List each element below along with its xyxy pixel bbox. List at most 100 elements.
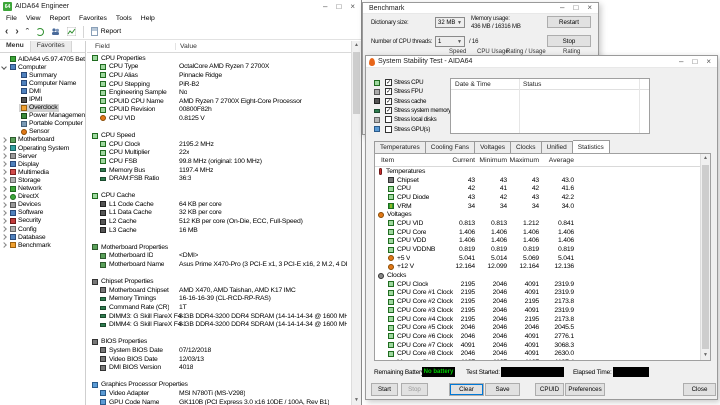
table-row[interactable]: L3 Cache 16 MB bbox=[87, 226, 351, 235]
expander-icon[interactable] bbox=[1, 234, 7, 240]
scroll-thumb[interactable] bbox=[702, 165, 709, 349]
sidebar-item-aida64-v5-97-4705-beta[interactable]: AIDA64 v5.97.4705 Beta bbox=[0, 55, 85, 63]
table-group-row[interactable]: CPU Speed bbox=[87, 131, 351, 140]
table-row[interactable]: CPU Clock 2195.2 MHz bbox=[87, 140, 351, 149]
sidebar-item-database[interactable]: Database bbox=[0, 233, 85, 241]
expander-icon[interactable] bbox=[1, 137, 7, 143]
expander-icon[interactable] bbox=[1, 226, 7, 232]
expander-icon[interactable] bbox=[1, 201, 7, 208]
expander-icon[interactable] bbox=[1, 218, 7, 224]
expander-icon[interactable] bbox=[1, 193, 7, 200]
table-row[interactable]: DMI BIOS Version 4018 bbox=[87, 363, 351, 372]
stats-row-cpu-diode[interactable]: CPU Diode 43 42 43 42.2 bbox=[375, 193, 700, 202]
table-row[interactable]: Video Adapter MSI N780Ti (MS-V298) bbox=[87, 389, 351, 398]
maximize-icon[interactable]: □ bbox=[336, 2, 341, 11]
table-group-row[interactable]: CPU Properties bbox=[87, 54, 351, 63]
sidebar-item-config[interactable]: Config bbox=[0, 225, 85, 233]
sidebar-item-operating-system[interactable]: Operating System bbox=[0, 144, 85, 152]
expander-icon[interactable] bbox=[1, 177, 7, 184]
column-header-field[interactable]: Field bbox=[95, 43, 110, 50]
stress-option-stress-gpu-s[interactable]: Stress GPU(s) bbox=[374, 124, 450, 133]
close-icon[interactable]: × bbox=[587, 4, 592, 12]
minimize-icon[interactable]: – bbox=[560, 4, 564, 12]
sidebar-item-power-management[interactable]: Power Management bbox=[0, 112, 85, 120]
sidebar-item-network[interactable]: Network bbox=[0, 185, 85, 193]
sidebar-item-storage[interactable]: Storage bbox=[0, 176, 85, 184]
sidebar-item-server[interactable]: Server bbox=[0, 152, 85, 160]
stats-col-item[interactable]: Item bbox=[381, 157, 394, 164]
stress-option-stress-cache[interactable]: ✓ Stress cache bbox=[374, 97, 450, 106]
scroll-down-icon[interactable]: ▼ bbox=[701, 351, 710, 360]
expander-icon[interactable] bbox=[1, 209, 7, 216]
stats-group-clocks[interactable]: Clocks bbox=[375, 271, 700, 280]
table-row[interactable]: CPUID Revision 00800F82h bbox=[87, 106, 351, 115]
stats-row-cpu-vid[interactable]: CPU VID 0.813 0.813 1.212 0.841 bbox=[375, 219, 700, 228]
table-row[interactable]: CPU VID 0.8125 V bbox=[87, 114, 351, 123]
stats-col-average[interactable]: Average bbox=[532, 157, 574, 164]
stats-row-cpu-core-1-clock[interactable]: CPU Core #1 Clock 2195 2046 4091 2319.9 bbox=[375, 289, 700, 298]
menu-report[interactable]: Report bbox=[50, 15, 70, 22]
stats-group-temperatures[interactable]: Temperatures bbox=[375, 167, 700, 176]
stress-option-stress-fpu[interactable]: ✓ Stress FPU bbox=[374, 87, 450, 96]
sidebar-item-motherboard[interactable]: Motherboard bbox=[0, 136, 85, 144]
menu-file[interactable]: File bbox=[6, 15, 17, 22]
minimize-icon[interactable]: – bbox=[679, 57, 683, 66]
report-button[interactable]: Report bbox=[90, 27, 121, 36]
stats-row-cpu-core-8-clock[interactable]: CPU Core #8 Clock 2046 2046 4091 2630.0 bbox=[375, 349, 700, 358]
refresh-icon[interactable] bbox=[35, 27, 44, 36]
sidebar-item-devices[interactable]: Devices bbox=[0, 201, 85, 209]
stop-button[interactable]: Stop bbox=[401, 383, 428, 396]
stats-row-5-v[interactable]: +5 V 5.041 5.014 5.069 5.041 bbox=[375, 254, 700, 263]
clear-button[interactable]: Clear bbox=[449, 383, 484, 396]
expander-icon[interactable] bbox=[1, 145, 7, 151]
scroll-down-icon[interactable]: ▼ bbox=[352, 396, 361, 405]
table-group-row[interactable]: BIOS Properties bbox=[87, 338, 351, 347]
start-button[interactable]: Start bbox=[371, 383, 398, 396]
checkbox[interactable]: ✓ bbox=[385, 79, 392, 87]
stats-row-memory-clock[interactable]: Memory Clock1197119711971197.4 bbox=[375, 358, 700, 360]
stats-row-cpu-core-6-clock[interactable]: CPU Core #6 Clock 2046 2046 4091 2776.1 bbox=[375, 332, 700, 341]
stress-option-stress-cpu[interactable]: ✓ Stress CPU bbox=[374, 78, 450, 87]
scroll-up-icon[interactable]: ▲ bbox=[701, 154, 710, 163]
table-row[interactable]: System BIOS Date 07/12/2018 bbox=[87, 346, 351, 355]
stats-row-cpu-core[interactable]: CPU Core 1.406 1.406 1.406 1.406 bbox=[375, 228, 700, 237]
sidebar-item-ipmi[interactable]: IPMI bbox=[0, 95, 85, 103]
table-row[interactable]: L2 Cache 512 KB per core (On-Die, ECC, Fu… bbox=[87, 217, 351, 226]
sidebar-item-dmi[interactable]: DMI bbox=[0, 87, 85, 95]
sidebar-item-overclock[interactable]: Overclock bbox=[0, 103, 85, 112]
close-icon[interactable]: × bbox=[350, 2, 355, 11]
table-row[interactable]: CPU Multiplier 22x bbox=[87, 149, 351, 158]
stats-row-cpu-clock[interactable]: CPU Clock 2195 2046 4091 2319.9 bbox=[375, 280, 700, 289]
table-group-row[interactable]: CPU Cache bbox=[87, 192, 351, 201]
table-row[interactable]: CPU Alias Pinnacle Ridge bbox=[87, 71, 351, 80]
table-row[interactable]: GPU Code Name GK110B (PCI Express 3.0 x16… bbox=[87, 398, 351, 405]
dictionary-size-select[interactable]: 32 MB ▼ bbox=[435, 17, 465, 28]
stop-button[interactable]: Stop bbox=[547, 35, 591, 47]
table-row[interactable]: CPU Type OctalCore AMD Ryzen 7 2700X bbox=[87, 63, 351, 72]
stress-option-stress-system-memory[interactable]: ✓ Stress system memory bbox=[374, 106, 451, 115]
table-row[interactable]: Command Rate (CR) 1T bbox=[87, 303, 351, 312]
expander-icon[interactable] bbox=[1, 242, 7, 249]
table-row[interactable]: Motherboard Chipset AMD X470, AMD Taishan… bbox=[87, 286, 351, 295]
table-row[interactable]: Video BIOS Date 12/03/13 bbox=[87, 355, 351, 364]
stats-group-voltages[interactable]: Voltages bbox=[375, 210, 700, 219]
chart-icon[interactable] bbox=[66, 27, 76, 36]
close-button[interactable]: Close bbox=[683, 383, 716, 396]
sidebar-item-portable-computer[interactable]: Portable Computer bbox=[0, 120, 85, 128]
sidebar-item-summary[interactable]: Summary bbox=[0, 71, 85, 79]
preferences-button[interactable]: Preferences bbox=[565, 383, 605, 396]
tab-statistics[interactable]: Statistics bbox=[572, 140, 610, 154]
sidebar-item-software[interactable]: Software bbox=[0, 209, 85, 217]
table-row[interactable]: Engineering Sample No bbox=[87, 88, 351, 97]
sidebar-item-computer-name[interactable]: Computer Name bbox=[0, 79, 85, 87]
stats-row-cpu-vddnb[interactable]: CPU VDDNB 0.819 0.819 0.819 0.819 bbox=[375, 245, 700, 254]
menu-view[interactable]: View bbox=[26, 15, 41, 22]
table-row[interactable]: Motherboard ID <DMI> bbox=[87, 252, 351, 261]
stats-row-12-v[interactable]: +12 V 12.164 12.099 12.164 12.136 bbox=[375, 263, 700, 272]
expander-icon[interactable] bbox=[1, 161, 7, 168]
tab-favorites[interactable]: Favorites bbox=[30, 41, 72, 52]
cpuid-button[interactable]: CPUID bbox=[535, 383, 564, 396]
table-row[interactable]: L1 Data Cache 32 KB per core bbox=[87, 209, 351, 218]
stats-row-chipset[interactable]: Chipset 43 43 43 43.0 bbox=[375, 176, 700, 185]
menu-help[interactable]: Help bbox=[141, 15, 155, 22]
